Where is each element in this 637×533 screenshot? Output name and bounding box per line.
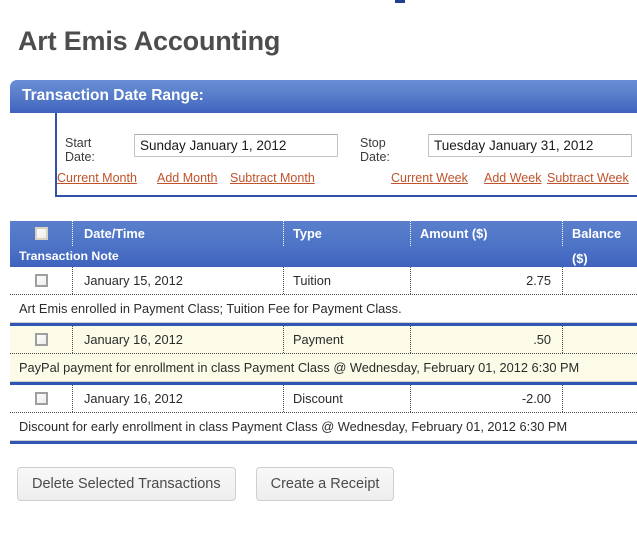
transaction-group: January 15, 2012 Tuition 2.75 Art Emis e… — [10, 267, 637, 323]
table-row[interactable]: January 16, 2012 Payment .50 — [10, 326, 637, 354]
transactions-table: Date/Time Type Amount ($) Balance ($) Tr… — [10, 221, 637, 444]
action-button-bar: Delete Selected Transactions Create a Re… — [17, 467, 637, 501]
subtract-month-link[interactable]: Subtract Month — [230, 171, 315, 185]
column-header-balance[interactable]: Balance ($) — [562, 221, 637, 266]
cell-balance — [562, 385, 637, 412]
date-range-panel-body: StartDate: StopDate: Current Month Add M… — [55, 113, 637, 197]
row-checkbox-icon[interactable] — [34, 333, 48, 346]
table-row[interactable]: January 16, 2012 Discount -2.00 — [10, 385, 637, 413]
start-date-input[interactable] — [134, 134, 338, 157]
cell-balance — [562, 267, 637, 294]
cell-type: Tuition — [283, 267, 410, 294]
column-header-date[interactable]: Date/Time — [72, 221, 283, 246]
cell-amount: 2.75 — [410, 267, 562, 294]
transaction-group: January 16, 2012 Payment .50 PayPal paym… — [10, 323, 637, 382]
cell-note: Art Emis enrolled in Payment Class; Tuit… — [10, 295, 637, 323]
row-select-cell[interactable] — [10, 333, 72, 346]
table-header: Date/Time Type Amount ($) Balance ($) Tr… — [10, 221, 637, 267]
row-checkbox-icon[interactable] — [34, 274, 48, 287]
cell-amount: -2.00 — [410, 385, 562, 412]
date-fields-row: StartDate: StopDate: — [57, 134, 637, 166]
date-range-panel-header: Transaction Date Range: — [10, 80, 637, 113]
select-all-cell[interactable] — [10, 227, 72, 240]
add-month-link[interactable]: Add Month — [157, 171, 217, 185]
row-select-cell[interactable] — [10, 392, 72, 405]
cell-date: January 16, 2012 — [72, 326, 283, 353]
cell-note: PayPal payment for enrollment in class P… — [10, 354, 637, 382]
cell-type: Discount — [283, 385, 410, 412]
row-select-cell[interactable] — [10, 274, 72, 287]
cell-amount: .50 — [410, 326, 562, 353]
table-bottom-rule — [10, 441, 637, 444]
table-row[interactable]: January 15, 2012 Tuition 2.75 — [10, 267, 637, 295]
page-title: Art Emis Accounting — [18, 26, 281, 56]
subtract-week-link[interactable]: Subtract Week — [547, 171, 629, 185]
table-header-columns: Date/Time Type Amount ($) Balance ($) — [10, 221, 637, 266]
transaction-group: January 16, 2012 Discount -2.00 Discount… — [10, 382, 637, 441]
cell-date: January 15, 2012 — [72, 267, 283, 294]
current-week-link[interactable]: Current Week — [391, 171, 468, 185]
cell-note: Discount for early enrollment in class P… — [10, 413, 637, 441]
column-header-transaction-note: Transaction Note — [19, 249, 119, 263]
clipped-top-element — [395, 0, 405, 3]
cell-type: Payment — [283, 326, 410, 353]
cell-date: January 16, 2012 — [72, 385, 283, 412]
create-receipt-button[interactable]: Create a Receipt — [255, 467, 395, 501]
transaction-date-range-panel: Transaction Date Range: StartDate: StopD… — [10, 80, 637, 197]
delete-selected-transactions-button[interactable]: Delete Selected Transactions — [17, 467, 236, 501]
current-month-link[interactable]: Current Month — [57, 171, 137, 185]
column-header-amount[interactable]: Amount ($) — [410, 221, 562, 246]
stop-date-label: Stop Date: — [360, 136, 390, 164]
stop-date-input[interactable] — [428, 134, 632, 157]
add-week-link[interactable]: Add Week — [484, 171, 541, 185]
column-header-type[interactable]: Type — [283, 221, 410, 246]
select-all-checkbox-icon[interactable] — [34, 227, 48, 240]
row-checkbox-icon[interactable] — [34, 392, 48, 405]
start-date-label: Start Date: — [65, 136, 95, 164]
cell-balance — [562, 326, 637, 353]
